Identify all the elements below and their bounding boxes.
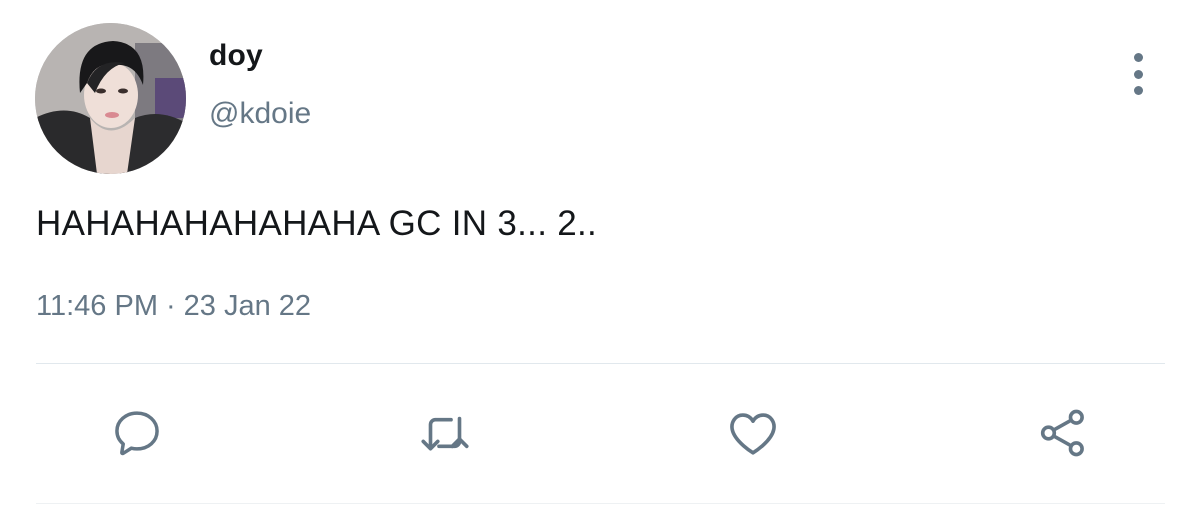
more-vertical-icon-dot bbox=[1133, 86, 1143, 95]
more-vertical-icon bbox=[1133, 53, 1143, 62]
display-name[interactable]: doy bbox=[209, 39, 263, 73]
reply-bubble-icon bbox=[115, 411, 159, 456]
tweet-card: doy @kdoie HAHAHAHAHAHAHA GC IN 3... 2..… bbox=[0, 0, 1200, 522]
retweet-button[interactable] bbox=[416, 404, 474, 462]
divider bbox=[36, 363, 1165, 364]
avatar-image bbox=[35, 23, 186, 174]
share-button[interactable] bbox=[1034, 404, 1092, 462]
avatar[interactable] bbox=[35, 23, 186, 174]
user-handle[interactable]: @kdoie bbox=[209, 97, 311, 131]
tweet-time: 11:46 PM bbox=[36, 290, 158, 322]
meta-separator: · bbox=[165, 290, 176, 322]
tweet-text: HAHAHAHAHAHAHA GC IN 3... 2.. bbox=[36, 204, 598, 243]
bottom-divider bbox=[36, 503, 1165, 504]
share-icon bbox=[1040, 409, 1084, 457]
like-button[interactable] bbox=[724, 404, 782, 462]
reply-button[interactable] bbox=[108, 404, 166, 462]
heart-icon bbox=[730, 413, 776, 455]
more-vertical-icon-dot bbox=[1133, 69, 1143, 79]
more-options-button[interactable] bbox=[1120, 50, 1156, 98]
tweet-timestamp[interactable]: 11:46 PM · 23 Jan 22 bbox=[36, 290, 311, 323]
retweet-icon bbox=[421, 416, 469, 451]
tweet-date: 23 Jan 22 bbox=[183, 290, 312, 322]
